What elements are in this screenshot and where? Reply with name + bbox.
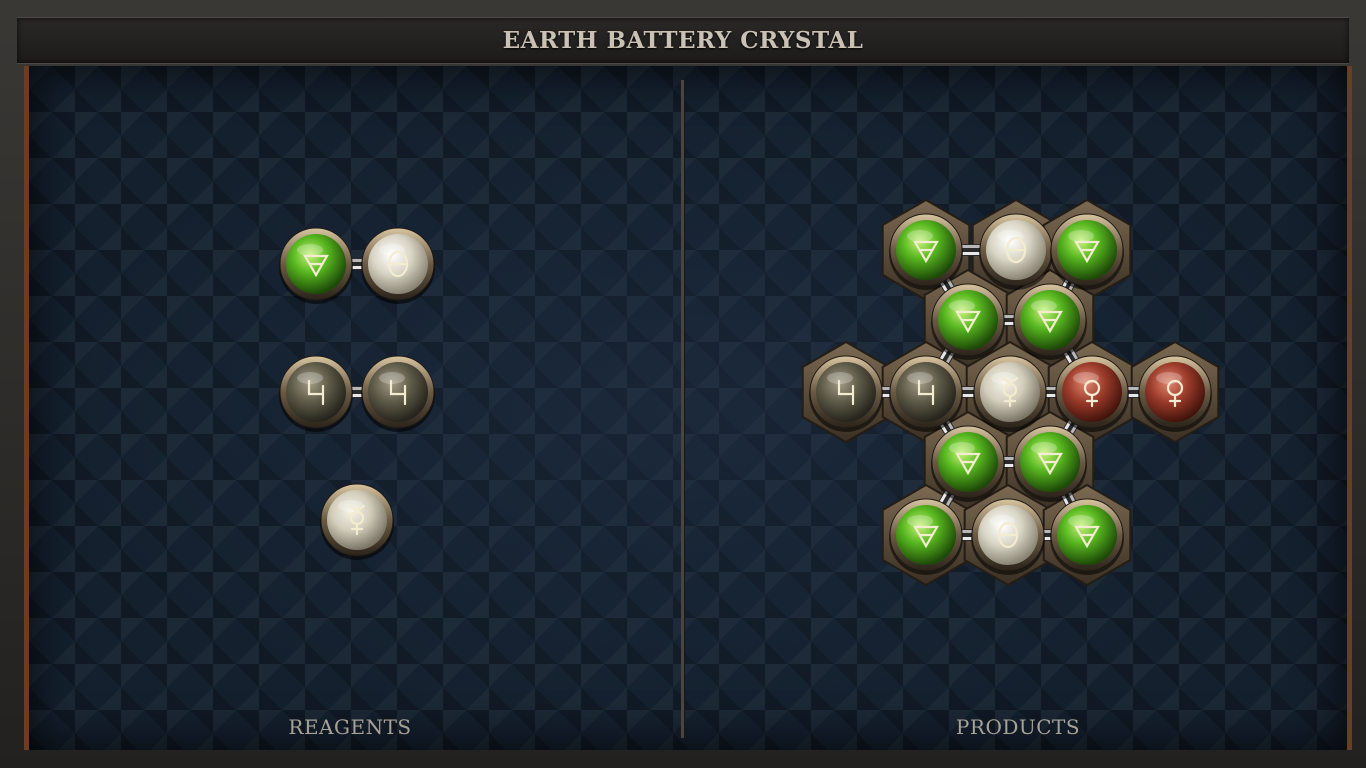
reagent-atom-lead (279, 355, 353, 432)
product-atom-earth (889, 498, 963, 575)
molecule-canvas (279, 198, 1220, 587)
product-atom-copper (1055, 355, 1129, 432)
product-atom-earth (931, 425, 1005, 502)
product-atom-earth (1013, 425, 1087, 502)
product-atom-earth (889, 213, 963, 290)
reagent-atom-earth (279, 227, 353, 304)
product-atom-earth (931, 283, 1005, 360)
product-atom-earth (1050, 498, 1124, 575)
products-label: PRODUCTS (955, 715, 1081, 739)
product-atom-salt (979, 213, 1053, 290)
product-atom-earth (1013, 283, 1087, 360)
reagent-atom-salt (361, 227, 435, 304)
reagent-atom-quicksilver (320, 483, 394, 560)
product-atom-salt (971, 498, 1045, 575)
product-atom-quicksilver (973, 355, 1047, 432)
reagents-label: REAGENTS (288, 715, 412, 739)
product-atom-lead (889, 355, 963, 432)
product-atom-earth (1050, 213, 1124, 290)
reagent-atom-lead (361, 355, 435, 432)
product-atom-lead (809, 355, 883, 432)
product-atom-copper (1138, 355, 1212, 432)
